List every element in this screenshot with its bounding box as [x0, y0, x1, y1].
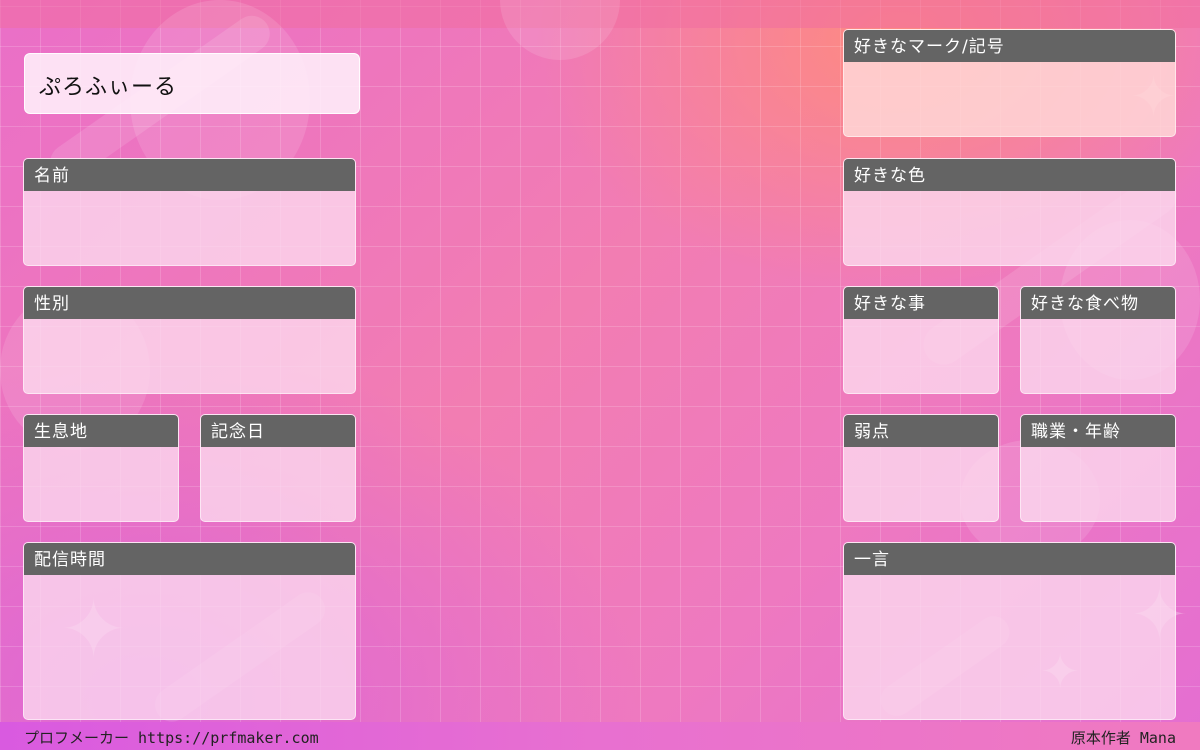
panel-stream-time-header: 配信時間 [24, 543, 355, 575]
panel-job-age-header: 職業・年齢 [1021, 415, 1175, 447]
profile-title-box: ぷろふぃーる [24, 53, 360, 114]
panel-job-age: 職業・年齢 [1020, 414, 1176, 522]
panel-weakness: 弱点 [843, 414, 999, 522]
panel-favorite-color: 好きな色 [843, 158, 1176, 266]
panel-name: 名前 [23, 158, 356, 266]
panel-favorite-mark: 好きなマーク/記号 [843, 29, 1176, 137]
panel-weakness-header: 弱点 [844, 415, 998, 447]
panel-one-word: 一言 [843, 542, 1176, 720]
panel-favorite-mark-header: 好きなマーク/記号 [844, 30, 1175, 62]
panel-favorite-color-header: 好きな色 [844, 159, 1175, 191]
panel-favorite-food-header: 好きな食べ物 [1021, 287, 1175, 319]
footer-author-credit: 原本作者 Mana [1070, 729, 1176, 747]
footer-site-credit: プロフメーカー https://prfmaker.com [24, 729, 319, 747]
panel-favorite-food: 好きな食べ物 [1020, 286, 1176, 394]
panel-habitat-header: 生息地 [24, 415, 178, 447]
page-title: ぷろふぃーる [39, 75, 178, 100]
panel-anniversary-header: 記念日 [201, 415, 355, 447]
panel-habitat: 生息地 [23, 414, 179, 522]
panel-one-word-header: 一言 [844, 543, 1175, 575]
panel-gender-header: 性別 [24, 287, 355, 319]
panel-name-header: 名前 [24, 159, 355, 191]
panel-favorite-thing: 好きな事 [843, 286, 999, 394]
panel-stream-time: 配信時間 [23, 542, 356, 720]
panel-gender: 性別 [23, 286, 356, 394]
panel-favorite-thing-header: 好きな事 [844, 287, 998, 319]
panel-anniversary: 記念日 [200, 414, 356, 522]
